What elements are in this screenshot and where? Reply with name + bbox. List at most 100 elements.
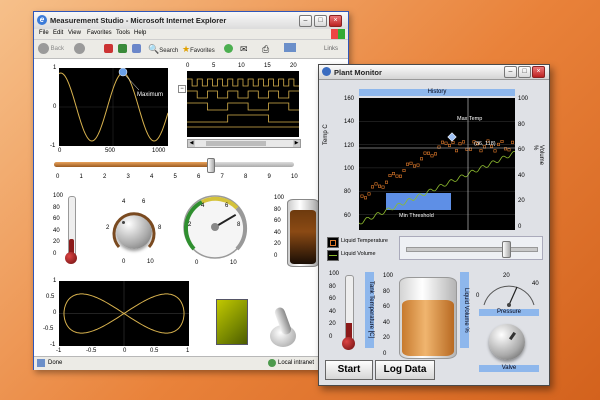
graph1-xtick: 0 xyxy=(58,148,62,154)
temperature-point xyxy=(364,196,368,200)
analog-graph[interactable]: Maximum xyxy=(58,67,169,146)
thermometer-bulb xyxy=(65,252,77,264)
pm-maximize-button[interactable]: □ xyxy=(518,66,531,78)
temperature-point xyxy=(434,152,438,156)
temperature-point xyxy=(416,163,420,167)
scroll-right-icon[interactable]: ▶ xyxy=(293,140,300,147)
tank-thermometer xyxy=(342,275,355,353)
knob-tick: 2 xyxy=(106,225,110,231)
xy-ytick: 1 xyxy=(53,278,57,284)
valve-pointer xyxy=(508,331,517,341)
slide-tick: 2 xyxy=(103,174,107,180)
maximum-cursor[interactable] xyxy=(118,67,128,77)
digital-scrollbar[interactable]: ◀ ▶ xyxy=(187,139,301,148)
pm-close-button[interactable]: × xyxy=(532,66,545,78)
legend-volume-icon xyxy=(327,250,339,261)
volume-tick: 80 xyxy=(518,121,525,128)
tank-tick: 60 xyxy=(274,218,281,224)
tank-tick: 40 xyxy=(274,229,281,236)
indicator-led[interactable] xyxy=(216,299,248,345)
temperature-point xyxy=(444,141,448,145)
mail-button[interactable]: ✉ xyxy=(240,43,248,55)
temperature-point xyxy=(423,151,427,155)
slide-tick: 10 xyxy=(291,174,298,180)
thermometer-tick: 80 xyxy=(53,204,60,211)
pm-window-title: Plant Monitor xyxy=(334,68,382,77)
history-button[interactable] xyxy=(224,43,233,55)
forward-button[interactable] xyxy=(74,43,85,55)
pressure-tick: 0 xyxy=(476,293,480,299)
temp-tick: 140 xyxy=(344,119,355,126)
edit-button[interactable] xyxy=(284,43,296,55)
maximize-button[interactable]: □ xyxy=(314,15,327,27)
log-data-button[interactable]: Log Data xyxy=(375,360,435,380)
pm-minimize-button[interactable]: – xyxy=(504,66,517,78)
tank-thermometer-tick: 60 xyxy=(329,296,336,302)
gauge-tick: 6 xyxy=(225,203,229,209)
xy-xtick: 0 xyxy=(123,348,127,354)
stop-button[interactable] xyxy=(104,43,113,55)
valve-knob[interactable] xyxy=(489,324,525,360)
menu-bar: File Edit View Favorites Tools Help xyxy=(34,29,348,40)
back-button[interactable]: Back xyxy=(38,43,64,55)
refresh-button[interactable] xyxy=(118,43,127,55)
max-temp-cursor[interactable] xyxy=(447,132,457,142)
favorites-button[interactable]: ★Favorites xyxy=(182,43,215,55)
legend-volume-label: Liquid Volume xyxy=(341,251,376,257)
horizontal-slide[interactable] xyxy=(54,158,294,173)
start-button[interactable]: Start xyxy=(325,360,373,380)
maximum-label: Maximum xyxy=(137,92,163,98)
minimize-button[interactable]: – xyxy=(299,15,312,27)
tank-tick: 20 xyxy=(274,241,281,247)
links-button[interactable]: Links xyxy=(324,43,338,55)
close-button[interactable]: × xyxy=(329,15,342,27)
history-graph[interactable]: Min Threshold Max Temp (36, 118) xyxy=(358,98,516,230)
slide-thumb[interactable] xyxy=(207,158,215,173)
digital-line xyxy=(187,78,299,87)
toggle-switch[interactable] xyxy=(264,305,304,349)
menu-tools[interactable]: Tools xyxy=(116,30,130,36)
pressure-tick: 20 xyxy=(503,273,510,279)
thermometer-tick: 0 xyxy=(53,250,57,257)
temp-tick: 100 xyxy=(344,165,355,172)
menu-help[interactable]: Help xyxy=(134,30,146,36)
temperature-point xyxy=(395,174,399,178)
expand-button[interactable]: − xyxy=(178,85,186,93)
slide-tick: 5 xyxy=(173,174,177,180)
print-icon: ⎙ xyxy=(262,44,270,54)
scroll-thumb[interactable] xyxy=(206,141,266,146)
xy-ytick: -1 xyxy=(50,342,56,348)
stop-icon xyxy=(104,43,113,53)
plant-monitor-window: Plant Monitor – □ × History Min Threshol… xyxy=(318,64,550,386)
graph1-xtick: 1000 xyxy=(152,148,166,154)
tank-thermometer-tick: 0 xyxy=(329,333,333,340)
digital-line xyxy=(187,90,299,99)
star-icon: ★ xyxy=(182,44,191,54)
menu-edit[interactable]: Edit xyxy=(53,30,63,36)
menu-file[interactable]: File xyxy=(39,30,49,36)
home-button[interactable] xyxy=(132,43,141,55)
xy-graph[interactable] xyxy=(59,281,189,346)
max-temp-label: Max Temp xyxy=(457,116,482,122)
refresh-icon xyxy=(118,43,127,53)
liquid-tank-tick: 20 xyxy=(383,335,390,341)
search-label: Search xyxy=(159,48,179,54)
legend: Liquid Temperature Liquid Volume xyxy=(327,236,397,262)
print-button[interactable]: ⎙ xyxy=(262,43,269,55)
graph1-ytick: 0 xyxy=(53,104,57,110)
search-button[interactable]: 🔍Search xyxy=(148,43,178,55)
volume-tick: 60 xyxy=(518,147,525,153)
temperature-point xyxy=(384,180,388,184)
slider-thumb[interactable] xyxy=(502,241,512,258)
scroll-left-icon[interactable]: ◀ xyxy=(188,140,195,147)
graph1-ytick: -1 xyxy=(50,143,56,149)
page-status-icon xyxy=(37,359,45,367)
window-title: Measurement Studio - Microsoft Internet … xyxy=(50,16,227,25)
menu-favorites[interactable]: Favorites xyxy=(87,30,112,36)
menu-view[interactable]: View xyxy=(68,30,81,36)
digital-waveform-graph[interactable] xyxy=(187,71,299,137)
tank-thermometer-tick: 100 xyxy=(329,271,340,277)
history-slider[interactable] xyxy=(399,236,543,260)
knob-tick: 6 xyxy=(142,199,146,205)
temperature-point xyxy=(430,154,434,158)
